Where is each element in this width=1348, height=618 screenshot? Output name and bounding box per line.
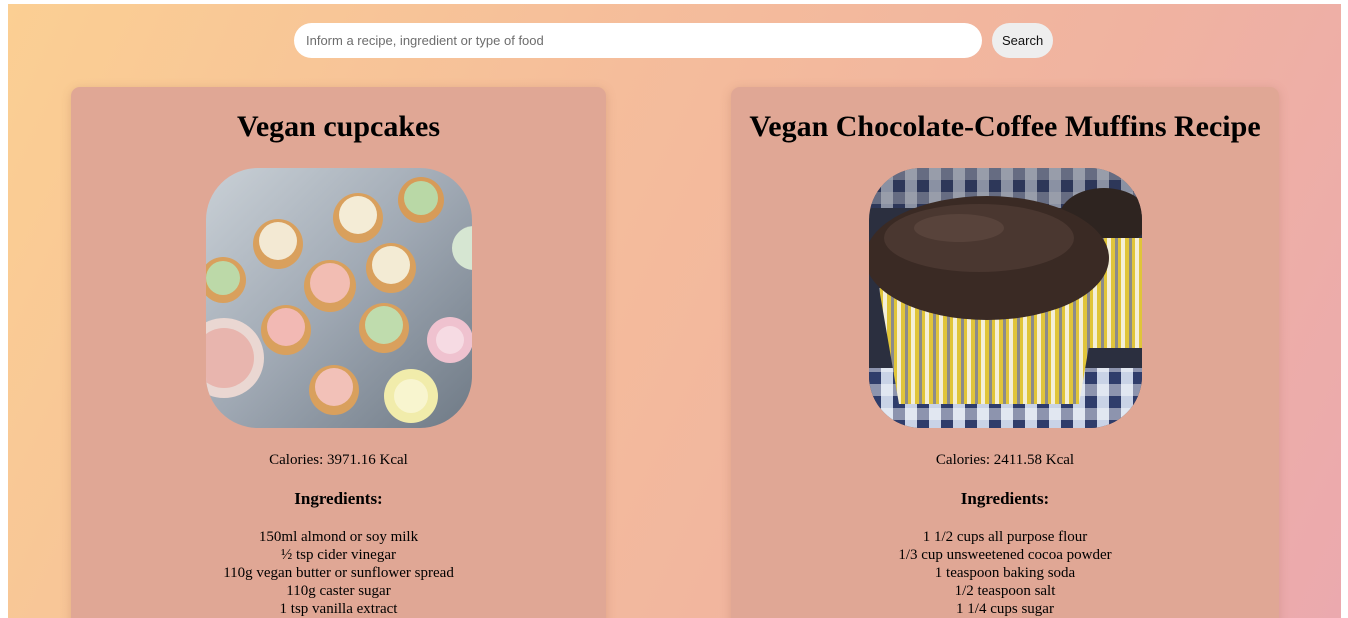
ingredient-item: 1 tsp vanilla extract: [279, 601, 398, 617]
recipe-calories: Calories: 2411.58 Kcal: [935, 452, 1075, 468]
recipe-card-vegan-cupcakes: Vegan cupcakes Calories: 3971.16 Kcal In…: [71, 87, 606, 618]
ingredient-item: 110g caster sugar: [286, 583, 391, 599]
ingredient-item: 150ml almond or soy milk: [258, 529, 419, 545]
search-input[interactable]: [294, 23, 982, 58]
ingredients-heading: Ingredients:: [294, 489, 383, 508]
ingredient-item: 1 teaspoon baking soda: [934, 565, 1076, 581]
recipe-calories: Calories: 3971.16 Kcal: [269, 452, 408, 468]
search-button[interactable]: Search: [992, 23, 1054, 58]
search-bar: Search: [294, 23, 1054, 58]
recipe-card-chocolate-coffee-muffins: Vegan Chocolate-Coffee Muffins Recipe Ca…: [731, 87, 1279, 618]
ingredient-item: ½ tsp cider vinegar: [281, 547, 396, 563]
recipe-image-muffin: [868, 168, 1142, 428]
recipe-image-cupcakes: [205, 168, 472, 428]
ingredients-list: 1 1/2 cups all purpose flour 1/3 cup uns…: [731, 528, 1279, 618]
ingredients-list: 150ml almond or soy milk ½ tsp cider vin…: [71, 528, 606, 618]
ingredient-item: 110g vegan butter or sunflower spread: [223, 565, 454, 581]
ingredients-heading: Ingredients:: [960, 489, 1050, 508]
ingredient-item: 1 1/2 cups all purpose flour: [922, 529, 1088, 545]
ingredient-item: 1/3 cup unsweetened cocoa powder: [898, 547, 1112, 563]
page-background: Search Vegan cupcakes: [8, 4, 1341, 618]
ingredient-item: 1/2 teaspoon salt: [954, 583, 1056, 599]
recipe-title: Vegan cupcakes: [236, 110, 441, 143]
recipe-title: Vegan Chocolate-Coffee Muffins Recipe: [749, 110, 1261, 143]
ingredient-item: 1 1/4 cups sugar: [956, 601, 1054, 617]
